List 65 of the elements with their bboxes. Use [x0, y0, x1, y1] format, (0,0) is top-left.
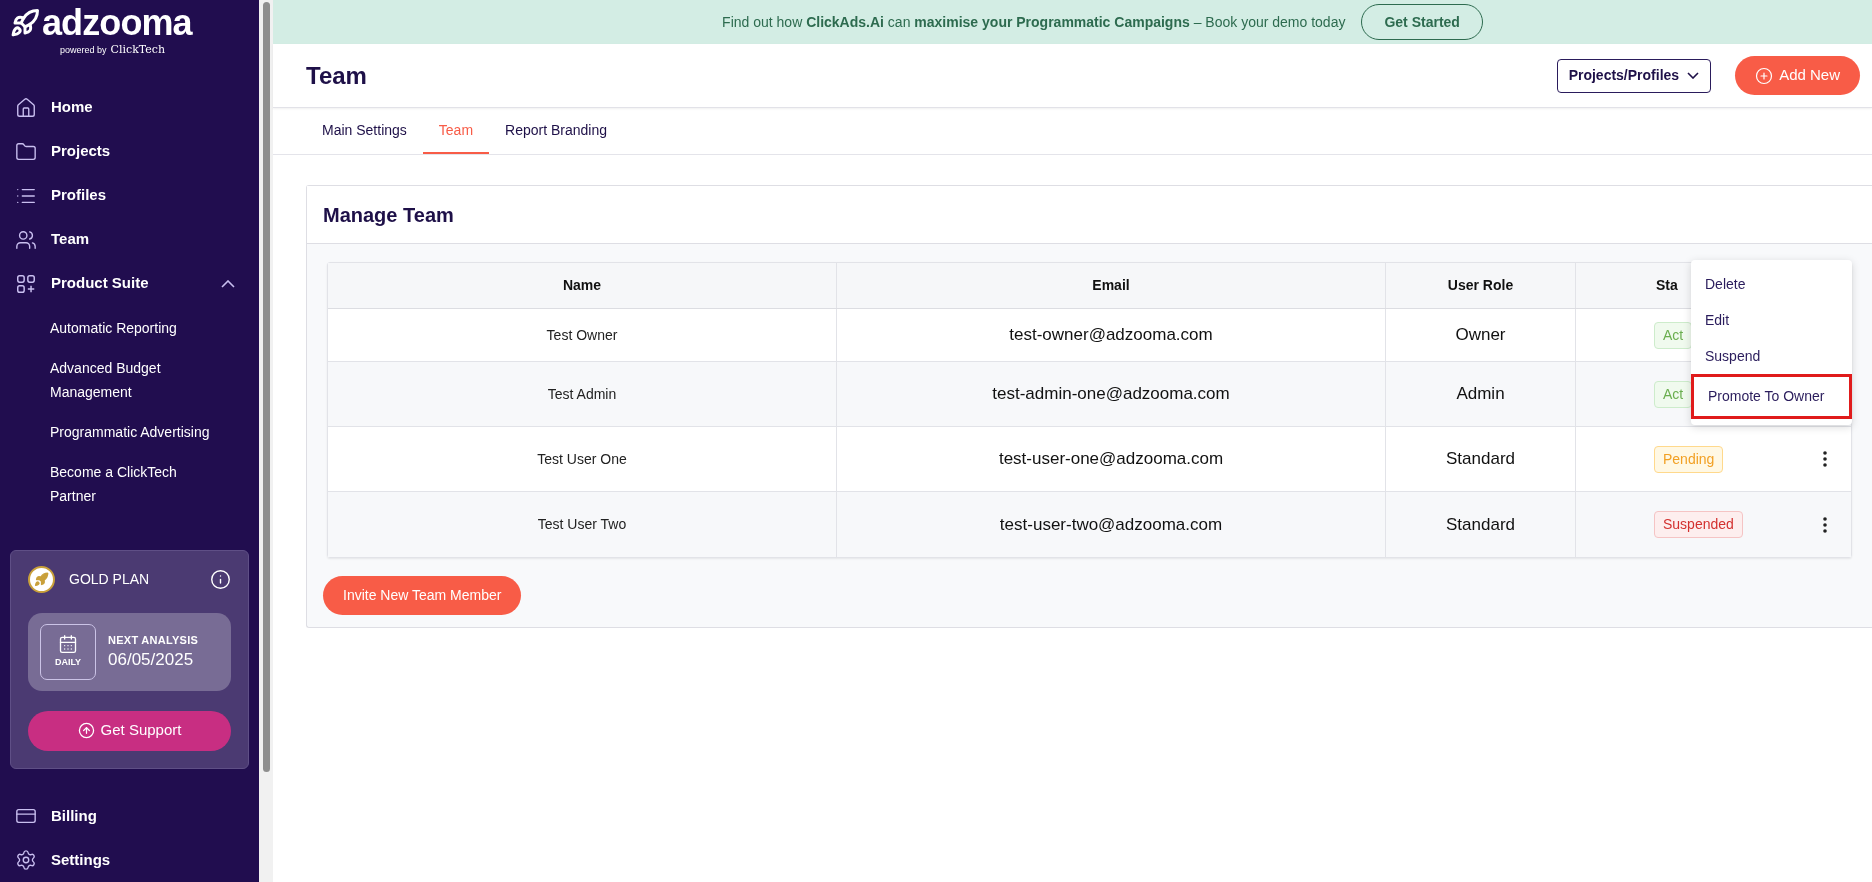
calendar-icon — [58, 633, 78, 654]
next-analysis-label: NEXT ANALYSIS — [108, 633, 199, 649]
arrow-up-circle-icon — [77, 722, 95, 739]
email-cell-text: test-admin-one@adzooma.com — [992, 383, 1230, 406]
role-cell-text: Standard — [1446, 448, 1515, 471]
plan-title: GOLD PLAN — [69, 569, 151, 589]
brand-text: ClickTech — [110, 42, 166, 58]
logo-text: adzooma — [42, 4, 192, 42]
menu-item[interactable]: Suspend — [1691, 338, 1852, 374]
role-cell-text: Standard — [1446, 513, 1515, 536]
powered-by-text: powered by — [60, 43, 107, 57]
tab[interactable]: Report Branding — [489, 108, 623, 154]
name-cell-text: Test User Two — [537, 515, 627, 534]
home-icon — [15, 96, 37, 119]
users-icon — [15, 228, 37, 251]
rocket-icon — [10, 8, 40, 38]
plan-badge-icon — [28, 565, 55, 593]
menu-item[interactable]: Edit — [1691, 302, 1852, 338]
email-cell-text: test-user-two@adzooma.com — [999, 513, 1223, 536]
next-analysis-date: 06/05/2025 — [108, 648, 195, 671]
page-title: Team — [306, 60, 368, 91]
settings-icon — [15, 849, 37, 871]
projects-profiles-dropdown[interactable]: Projects/Profiles — [1556, 58, 1712, 93]
folder-icon — [15, 140, 37, 163]
status-badge: Act — [1654, 321, 1693, 349]
frequency-label: DAILY — [54, 655, 82, 669]
nav-item[interactable]: Product Suite — [0, 261, 259, 306]
kebab-icon — [1823, 516, 1827, 533]
tab[interactable]: Main Settings — [306, 108, 423, 154]
apps-icon — [15, 272, 37, 295]
card-title: Manage Team — [323, 202, 454, 228]
scrollbar[interactable] — [259, 0, 273, 882]
column-header: Sta — [1656, 276, 1678, 295]
email-cell-text: test-user-one@adzooma.com — [998, 448, 1224, 471]
nav-item[interactable]: Settings — [0, 838, 259, 882]
chevron-up-icon — [221, 279, 235, 288]
plus-circle-icon — [1755, 66, 1774, 85]
chevron-down-icon — [1687, 72, 1700, 79]
nav-item[interactable]: Profiles — [0, 173, 259, 218]
name-cell-text: Test Admin — [547, 384, 617, 404]
status-badge: Act — [1654, 380, 1693, 408]
nav-subitem[interactable]: Automatic Reporting — [50, 307, 220, 348]
menu-item[interactable]: Promote To Owner — [1691, 374, 1852, 419]
nav-item[interactable]: Team — [0, 217, 259, 262]
get-support-button[interactable]: Get Support — [28, 710, 231, 751]
nav-subitem[interactable]: Advanced Budget Management — [50, 347, 220, 412]
column-header: Name — [562, 276, 602, 295]
role-cell-text: Admin — [1456, 383, 1505, 406]
info-icon — [210, 568, 231, 590]
status-badge: Suspended — [1654, 511, 1743, 538]
nav-subitem[interactable]: Become a ClickTech Partner — [50, 451, 220, 516]
name-cell-text: Test User One — [537, 449, 627, 469]
nav-item[interactable]: Billing — [0, 794, 259, 838]
kebab-icon — [1823, 451, 1827, 467]
menu-item[interactable]: Delete — [1691, 266, 1852, 302]
promo-text: Find out how ClickAds.Ai can maximise your Programmatic Campaigns – Book your demo today — [722, 12, 1346, 32]
status-badge: Pending — [1654, 445, 1724, 473]
nav-item[interactable]: Home — [0, 85, 259, 130]
nav-item[interactable]: Projects — [0, 129, 259, 174]
name-cell-text: Test Owner — [546, 325, 618, 345]
role-cell-text: Owner — [1455, 324, 1506, 347]
column-header: Email — [1092, 276, 1130, 295]
nav-subitem[interactable]: Programmatic Advertising — [50, 411, 220, 452]
column-header: User Role — [1447, 276, 1514, 295]
email-cell-text: test-owner@adzooma.com — [1009, 324, 1213, 347]
